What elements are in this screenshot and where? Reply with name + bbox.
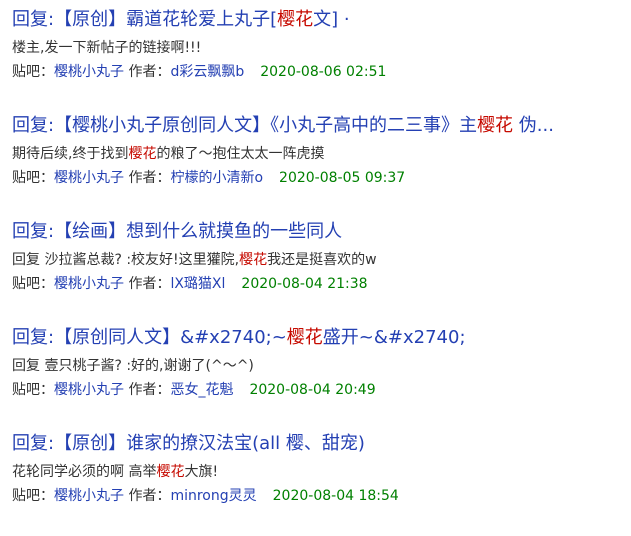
result-snippet: 花轮同学必须的啊 高举樱花大旗! bbox=[12, 462, 631, 482]
result-meta: 贴吧：樱桃小丸子 作者：lX璐猫Xl 2020-08-04 21:38 bbox=[12, 274, 631, 294]
post-date: 2020-08-05 09:37 bbox=[279, 170, 406, 186]
forum-label: 贴吧： bbox=[12, 170, 54, 186]
result-title-link[interactable]: 回复:【樱桃小丸子原创同人文】《小丸子高中的二三事》主樱花 伪... bbox=[12, 114, 631, 138]
title-highlight: 樱花 bbox=[286, 327, 323, 348]
snippet-text: 回复 沙拉酱总裁? :校友好!这里獾院, bbox=[12, 252, 240, 268]
author-link[interactable]: 恶女_花魁 bbox=[170, 382, 233, 398]
result-item: 回复:【樱桃小丸子原创同人文】《小丸子高中的二三事》主樱花 伪... 期待后续,… bbox=[12, 114, 631, 218]
author-link[interactable]: minrong灵灵 bbox=[170, 488, 256, 504]
result-snippet: 回复 沙拉酱总裁? :校友好!这里獾院,樱花我还是挺喜欢的w bbox=[12, 250, 631, 270]
forum-label: 贴吧： bbox=[12, 382, 54, 398]
forum-label: 贴吧： bbox=[12, 488, 54, 504]
result-title-link[interactable]: 回复:【绘画】想到什么就摸鱼的一些同人 bbox=[12, 220, 631, 244]
author-link[interactable]: 柠檬的小清新o bbox=[170, 170, 263, 186]
forum-link[interactable]: 樱桃小丸子 bbox=[54, 170, 124, 186]
snippet-text: 楼主,发一下新帖子的链接啊!!! bbox=[12, 40, 202, 56]
result-item: 回复:【原创】谁家的撩汉法宝(all 樱、甜宠) 花轮同学必须的啊 高举樱花大旗… bbox=[12, 432, 631, 536]
author-label: 作者： bbox=[128, 488, 171, 504]
title-text: 回复:【原创】霸道花轮爱上丸子[ bbox=[12, 9, 278, 30]
post-date: 2020-08-04 18:54 bbox=[272, 488, 399, 504]
result-snippet: 回复 壹只桃子酱? :好的,谢谢了(^～^) bbox=[12, 356, 631, 376]
title-text: 盛开~&#x2740; bbox=[322, 327, 466, 348]
forum-link[interactable]: 樱桃小丸子 bbox=[54, 276, 124, 292]
forum-label: 贴吧： bbox=[12, 276, 54, 292]
snippet-text: 期待后续,终于找到 bbox=[12, 146, 129, 162]
author-label: 作者： bbox=[128, 64, 171, 80]
result-item: 回复:【原创】霸道花轮爱上丸子[樱花文] · 楼主,发一下新帖子的链接啊!!! … bbox=[12, 8, 631, 112]
result-meta: 贴吧：樱桃小丸子 作者：minrong灵灵 2020-08-04 18:54 bbox=[12, 486, 631, 506]
author-label: 作者： bbox=[128, 170, 171, 186]
title-highlight: 樱花 bbox=[277, 9, 314, 30]
post-date: 2020-08-04 21:38 bbox=[241, 276, 368, 292]
title-highlight: 樱花 bbox=[477, 115, 514, 136]
snippet-highlight: 樱花 bbox=[128, 146, 157, 162]
title-text: 回复:【绘画】想到什么就摸鱼的一些同人 bbox=[12, 221, 343, 242]
result-meta: 贴吧：樱桃小丸子 作者：d彩云飘飘b 2020-08-06 02:51 bbox=[12, 62, 631, 82]
search-results-list: 回复:【原创】霸道花轮爱上丸子[樱花文] · 楼主,发一下新帖子的链接啊!!! … bbox=[12, 6, 631, 536]
author-link[interactable]: lX璐猫Xl bbox=[170, 276, 225, 292]
author-link[interactable]: d彩云飘飘b bbox=[170, 64, 244, 80]
post-date: 2020-08-04 20:49 bbox=[249, 382, 376, 398]
forum-label: 贴吧： bbox=[12, 64, 54, 80]
snippet-text: 我还是挺喜欢的w bbox=[267, 252, 377, 268]
snippet-text: 大旗! bbox=[184, 464, 219, 480]
result-item: 回复:【原创同人文】&#x2740;~樱花盛开~&#x2740; 回复 壹只桃子… bbox=[12, 326, 631, 430]
snippet-text: 花轮同学必须的啊 高举 bbox=[12, 464, 157, 480]
result-snippet: 楼主,发一下新帖子的链接啊!!! bbox=[12, 38, 631, 58]
result-title-link[interactable]: 回复:【原创】霸道花轮爱上丸子[樱花文] · bbox=[12, 8, 631, 32]
result-snippet: 期待后续,终于找到樱花的粮了～抱住太太一阵虎摸 bbox=[12, 144, 631, 164]
forum-link[interactable]: 樱桃小丸子 bbox=[54, 382, 124, 398]
forum-link[interactable]: 樱桃小丸子 bbox=[54, 488, 124, 504]
title-text: 回复:【原创同人文】&#x2740;~ bbox=[12, 327, 287, 348]
result-title-link[interactable]: 回复:【原创】谁家的撩汉法宝(all 樱、甜宠) bbox=[12, 432, 631, 456]
snippet-text: 回复 壹只桃子酱? :好的,谢谢了(^～^) bbox=[12, 358, 254, 374]
result-meta: 贴吧：樱桃小丸子 作者：恶女_花魁 2020-08-04 20:49 bbox=[12, 380, 631, 400]
forum-link[interactable]: 樱桃小丸子 bbox=[54, 64, 124, 80]
result-meta: 贴吧：樱桃小丸子 作者：柠檬的小清新o 2020-08-05 09:37 bbox=[12, 168, 631, 188]
title-text: 伪... bbox=[513, 115, 554, 136]
result-item: 回复:【绘画】想到什么就摸鱼的一些同人 回复 沙拉酱总裁? :校友好!这里獾院,… bbox=[12, 220, 631, 324]
author-label: 作者： bbox=[128, 276, 171, 292]
snippet-highlight: 樱花 bbox=[239, 252, 268, 268]
title-text: 文] · bbox=[313, 9, 350, 30]
snippet-highlight: 樱花 bbox=[156, 464, 185, 480]
title-text: 回复:【樱桃小丸子原创同人文】《小丸子高中的二三事》主 bbox=[12, 115, 478, 136]
title-text: 回复:【原创】谁家的撩汉法宝(all 樱、甜宠) bbox=[12, 433, 365, 454]
author-label: 作者： bbox=[128, 382, 171, 398]
result-title-link[interactable]: 回复:【原创同人文】&#x2740;~樱花盛开~&#x2740; bbox=[12, 326, 631, 350]
snippet-text: 的粮了～抱住太太一阵虎摸 bbox=[156, 146, 325, 162]
post-date: 2020-08-06 02:51 bbox=[260, 64, 387, 80]
